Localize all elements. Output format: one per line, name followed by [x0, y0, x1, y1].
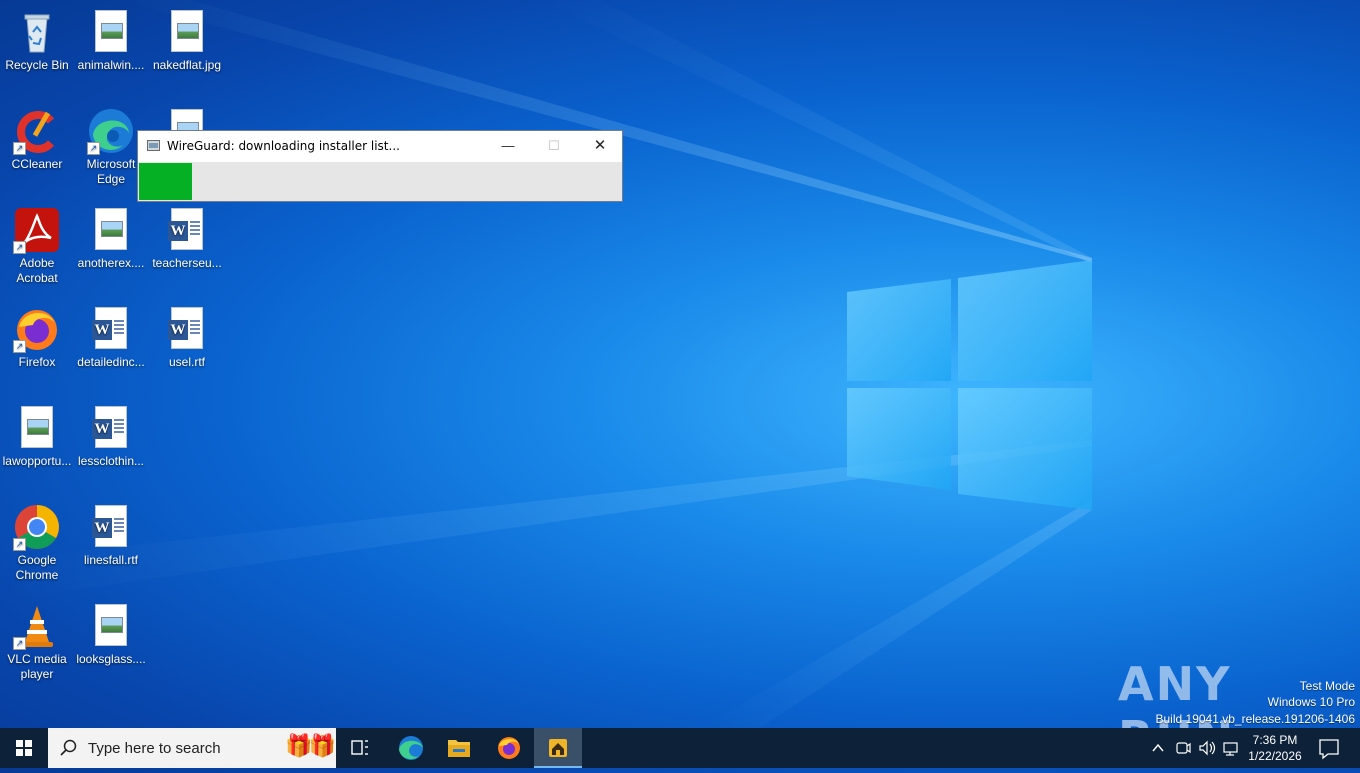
desktop-icon-linesfall[interactable]: W linesfall.rtf — [74, 503, 148, 568]
desktop-icon-lawopportu[interactable]: lawopportu... — [0, 404, 74, 469]
desktop-icon-label: looksglass.... — [76, 652, 146, 666]
word-doc-icon: W — [163, 305, 211, 353]
word-doc-icon: W — [163, 206, 211, 254]
firefox-icon: ↗ — [13, 305, 61, 353]
desktop-icon-label: teacherseu... — [152, 256, 222, 270]
desktop-icon-teacherseu[interactable]: W teacherseu... — [150, 206, 224, 271]
search-placeholder: Type here to search — [88, 740, 221, 757]
desktop-icon-ccleaner[interactable]: ↗ CCleaner — [0, 107, 74, 172]
edge-icon: ↗ — [87, 107, 135, 155]
desktop-icon-label: Google Chrome — [15, 553, 59, 582]
desktop-icon-anotherex[interactable]: anotherex.... — [74, 206, 148, 271]
chrome-icon: ↗ — [13, 503, 61, 551]
word-doc-icon: W — [87, 305, 135, 353]
desktop-icon-lessclothin[interactable]: W lessclothin... — [74, 404, 148, 469]
shortcut-arrow-icon: ↗ — [13, 637, 26, 650]
notification-icon — [1319, 739, 1339, 760]
desktop-icon-label: lessclothin... — [77, 454, 145, 468]
recycle-bin-icon — [13, 8, 61, 56]
taskbar-wireguard-button[interactable] — [534, 728, 582, 768]
network-icon[interactable] — [1223, 742, 1238, 756]
taskbar-clock[interactable]: 7:36 PM 1/22/2026 — [1245, 732, 1305, 764]
action-center-button[interactable] — [1306, 728, 1352, 768]
desktop-icon-vlc[interactable]: ↗ VLC media player — [0, 602, 74, 682]
image-file-icon — [87, 8, 135, 56]
dialog-title: WireGuard: downloading installer list... — [167, 139, 400, 153]
clock-time: 7:36 PM — [1252, 733, 1298, 747]
installer-app-icon — [549, 739, 567, 757]
desktop-icon-label: anotherex.... — [77, 256, 145, 270]
desktop-icon-label: CCleaner — [11, 157, 63, 171]
progress-bar-fill — [139, 163, 192, 200]
image-file-icon — [87, 206, 135, 254]
firefox-icon — [498, 737, 520, 759]
folder-icon — [448, 740, 470, 757]
desktop-icon-recycle-bin[interactable]: Recycle Bin — [0, 8, 74, 73]
taskbar-edge-button[interactable] — [387, 728, 435, 768]
desktop-icon-label: Adobe Acrobat — [16, 256, 58, 285]
vlc-icon: ↗ — [13, 602, 61, 650]
word-doc-icon: W — [87, 404, 135, 452]
edge-icon — [399, 736, 423, 760]
clock-date: 1/22/2026 — [1248, 749, 1302, 763]
desktop-icon-label: Recycle Bin — [5, 58, 69, 72]
system-tray — [1148, 728, 1244, 768]
shortcut-arrow-icon: ↗ — [13, 538, 26, 551]
task-view-icon — [351, 740, 368, 755]
desktop-icon-label: detailedinc... — [77, 355, 145, 369]
taskbar-firefox-button[interactable] — [485, 728, 533, 768]
build-label: Build 19041.vb_release.191206-1406 — [1155, 712, 1356, 726]
desktop-icon-label: usel.rtf — [168, 355, 205, 369]
maximize-icon: ☐ — [548, 138, 560, 153]
desktop-icon-adobe-acrobat[interactable]: ↗ Adobe Acrobat — [0, 206, 74, 286]
minimize-icon: — — [501, 138, 515, 153]
desktop-icon-label: lawopportu... — [2, 454, 72, 468]
windows-logo — [847, 260, 1092, 510]
desktop-icon-label: linesfall.rtf — [83, 553, 139, 567]
desktop-icon-label: animalwin.... — [77, 58, 145, 72]
app-window-icon — [147, 140, 160, 151]
desktop-icon-firefox[interactable]: ↗ Firefox — [0, 305, 74, 370]
desktop-icon-label: VLC media player — [7, 652, 67, 681]
shortcut-arrow-icon: ↗ — [13, 241, 26, 254]
taskbar-file-explorer-button[interactable] — [435, 728, 483, 768]
volume-icon[interactable] — [1199, 740, 1216, 756]
desktop-icon-looksglass[interactable]: looksglass.... — [74, 602, 148, 667]
ccleaner-icon: ↗ — [13, 107, 61, 155]
desktop-icon-usel[interactable]: W usel.rtf — [150, 305, 224, 370]
search-highlight-gifts-icon: 🎁🎁 — [285, 733, 336, 758]
dialog-title-bar[interactable]: WireGuard: downloading installer list...… — [138, 131, 622, 161]
image-file-icon — [13, 404, 61, 452]
close-button[interactable]: ✕ — [577, 131, 623, 161]
image-file-icon — [87, 602, 135, 650]
windows-edition-label: Windows 10 Pro — [1267, 695, 1355, 709]
desktop-icon-nakedflat[interactable]: nakedflat.jpg — [150, 8, 224, 73]
taskbar-search-box[interactable]: Type here to search 🎁🎁 — [48, 728, 336, 768]
desktop-icon-label: Firefox — [18, 355, 56, 369]
maximize-button[interactable]: ☐ — [531, 131, 577, 161]
shortcut-arrow-icon: ↗ — [13, 340, 26, 353]
shortcut-arrow-icon: ↗ — [13, 142, 26, 155]
taskbar: Type here to search 🎁🎁 7:36 PM 1/22/2026 — [0, 728, 1360, 768]
image-file-icon — [163, 8, 211, 56]
task-view-button[interactable] — [336, 728, 384, 768]
test-mode-label: Test Mode — [1299, 679, 1355, 693]
desktop-icon-animalwin[interactable]: animalwin.... — [74, 8, 148, 73]
acrobat-icon: ↗ — [13, 206, 61, 254]
desktop-icon-detailedinc[interactable]: W detailedinc... — [74, 305, 148, 370]
meet-now-icon[interactable] — [1176, 742, 1191, 754]
close-icon: ✕ — [593, 137, 607, 154]
windows-start-icon — [16, 740, 32, 756]
show-hidden-icons-chevron-icon[interactable] — [1152, 743, 1164, 752]
word-doc-icon: W — [87, 503, 135, 551]
wireguard-download-dialog: WireGuard: downloading installer list...… — [137, 130, 623, 202]
desktop-icon-label: nakedflat.jpg — [152, 58, 222, 72]
search-icon — [60, 739, 77, 756]
progress-bar — [138, 162, 622, 201]
desktop-icon-google-chrome[interactable]: ↗ Google Chrome — [0, 503, 74, 583]
start-button[interactable] — [0, 728, 48, 768]
minimize-button[interactable]: — — [485, 131, 531, 161]
shortcut-arrow-icon: ↗ — [87, 142, 100, 155]
